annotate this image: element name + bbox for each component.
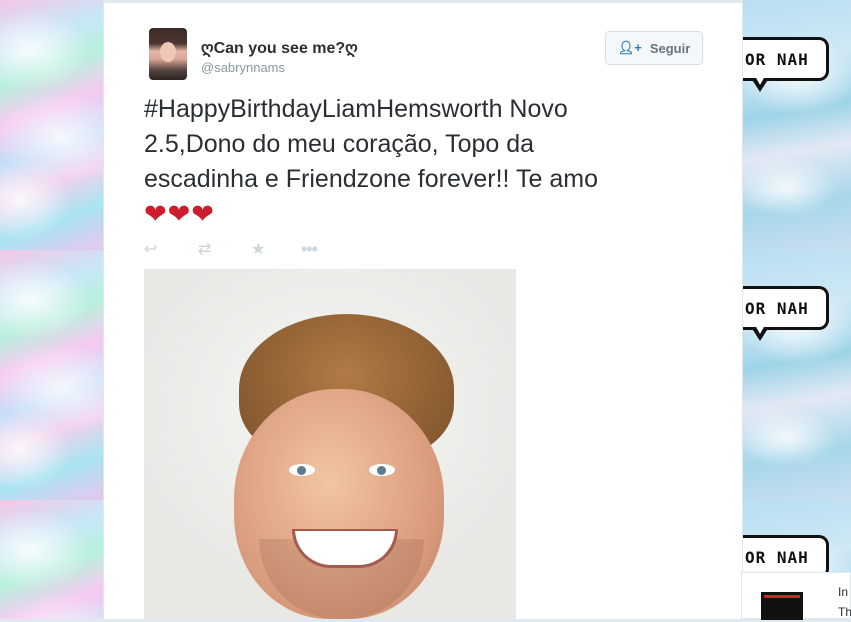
tweet-photo[interactable]: [144, 269, 516, 619]
tweet-actions: ↩ ⇄ ★ •••: [144, 239, 331, 259]
side-card-thumbnail: [761, 592, 803, 620]
speech-bubble: OR NAH: [743, 37, 829, 92]
retweet-icon[interactable]: ⇄: [198, 239, 251, 259]
tweet-card: ღCan you see me?ღ @sabrynnams 👤︎+ Seguir…: [103, 3, 743, 619]
add-user-icon: 👤︎+: [617, 40, 642, 55]
side-card-line2: Th: [838, 605, 851, 619]
speech-bubble-text: OR NAH: [745, 298, 809, 318]
tweet-text: #HappyBirthdayLiamHemsworth Novo 2.5,Don…: [144, 92, 644, 233]
hearts-emoji: ❤❤❤: [144, 199, 215, 229]
display-name[interactable]: ღCan you see me?ღ: [201, 38, 358, 58]
user-handle[interactable]: @sabrynnams: [201, 60, 285, 75]
speech-bubble-text: OR NAH: [745, 547, 809, 567]
follow-button[interactable]: 👤︎+ Seguir: [605, 31, 703, 65]
more-icon[interactable]: •••: [301, 239, 331, 260]
speech-bubble: OR NAH: [743, 286, 829, 341]
follow-label: Seguir: [649, 40, 691, 56]
avatar[interactable]: [149, 28, 187, 80]
side-card-line1: In: [838, 585, 849, 599]
tweet-body: #HappyBirthdayLiamHemsworth Novo 2.5,Don…: [144, 95, 598, 193]
star-icon[interactable]: ★: [251, 239, 301, 259]
speech-bubble-text: OR NAH: [745, 49, 809, 69]
side-card[interactable]: In Th: [741, 572, 851, 620]
reply-icon[interactable]: ↩: [144, 239, 198, 259]
background-left: [0, 0, 103, 619]
